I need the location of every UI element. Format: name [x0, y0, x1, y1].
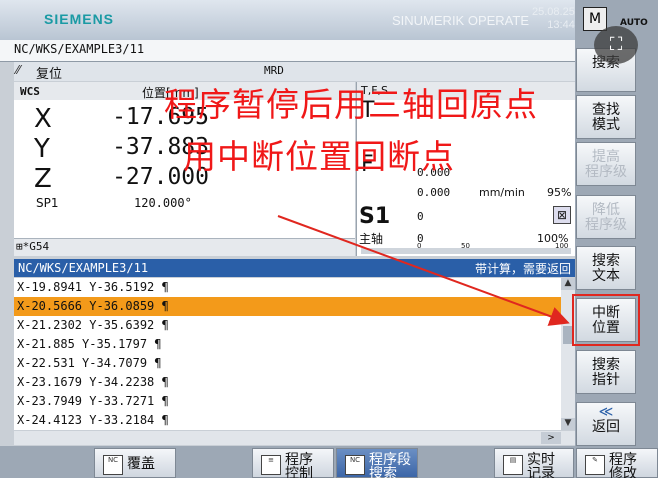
annotation-arrow-icon	[277, 215, 570, 326]
hmi-screen: SIEMENS SINUMERIK OPERATE 25.08.25 13:44…	[0, 0, 658, 478]
